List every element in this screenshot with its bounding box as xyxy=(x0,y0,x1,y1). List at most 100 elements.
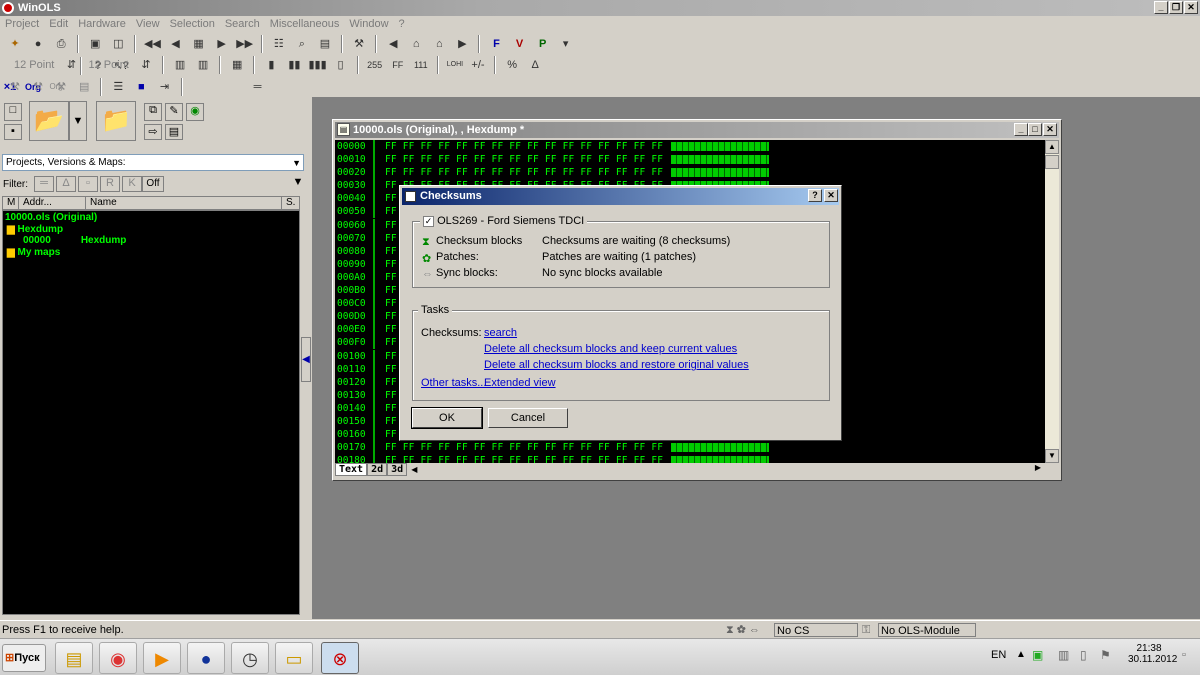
user-taskbar-icon[interactable]: ● xyxy=(187,642,225,674)
import-folder-button[interactable]: 📁 xyxy=(96,101,136,141)
bits16-icon[interactable]: ▮▮ xyxy=(285,56,303,74)
tree-item-map[interactable]: 00000 Hexdump xyxy=(5,235,297,247)
panel-collapse-handle[interactable]: ◀ xyxy=(301,337,311,382)
home-icon[interactable]: ⌂ xyxy=(407,35,425,53)
window-icon[interactable]: ▣ xyxy=(86,35,104,53)
delta-icon[interactable]: Δ xyxy=(526,56,544,74)
save-button[interactable]: ▪ xyxy=(4,124,22,140)
menu-help[interactable]: ? xyxy=(394,16,410,30)
hex-vertical-scrollbar[interactable]: ▲ ▼ xyxy=(1045,140,1059,463)
ok-button[interactable]: OK xyxy=(411,407,483,429)
copy-button[interactable]: ⧉ xyxy=(144,103,162,121)
font-size-1[interactable]: 12 Point xyxy=(10,54,58,76)
grid2-icon[interactable]: ▦ xyxy=(228,56,246,74)
chrome-taskbar-icon[interactable]: ◉ xyxy=(99,642,137,674)
hex-row-bytes[interactable]: FF FF FF FF FF FF FF FF FF FF FF FF FF F… xyxy=(385,153,663,166)
filter-doc-button[interactable]: ▫ xyxy=(78,176,98,192)
grid-icon[interactable]: ▦ xyxy=(190,35,208,53)
lohi-icon[interactable]: LOHI xyxy=(446,56,464,74)
tool-b-icon[interactable]: ⚒ xyxy=(29,78,47,96)
tab-text[interactable]: Text xyxy=(335,463,368,476)
decimal-icon[interactable]: 255 xyxy=(366,56,384,74)
tree-item-hexdump-folder[interactable]: ▆ Hexdump xyxy=(5,224,297,236)
scroll-up-icon[interactable]: ▲ xyxy=(1045,140,1059,154)
sign-icon[interactable]: +/- xyxy=(469,56,487,74)
hex-row[interactable]: 00170 FF FF FF FF FF FF FF FF FF FF FF FF… xyxy=(335,441,1045,455)
font-size-spin-1-icon[interactable]: ⇵ xyxy=(62,56,80,74)
bits32-icon[interactable]: ▮▮▮ xyxy=(309,56,327,74)
prev-icon[interactable]: ◀ xyxy=(167,35,185,53)
flag-icon[interactable]: ⚑ xyxy=(1100,648,1111,662)
hex-maximize-button[interactable]: □ xyxy=(1028,123,1042,136)
hex-icon[interactable]: FF xyxy=(389,56,407,74)
col-s[interactable]: S. xyxy=(282,197,298,209)
v-icon[interactable]: V xyxy=(511,35,529,53)
cancel-button[interactable]: Cancel xyxy=(488,408,568,428)
p-icon[interactable]: P xyxy=(534,35,552,53)
open-folder-button[interactable]: 📂 xyxy=(29,101,69,141)
tree-icon[interactable]: ☷ xyxy=(270,35,288,53)
delete-keep-link[interactable]: Delete all checksum blocks and keep curr… xyxy=(484,343,737,355)
dialog-help-button[interactable]: ? xyxy=(808,189,822,202)
media-player-taskbar-icon[interactable]: ▶ xyxy=(143,642,181,674)
filter-k-button[interactable]: K xyxy=(122,176,142,192)
col-addr[interactable]: Addr... xyxy=(19,197,86,209)
minimize-button[interactable]: _ xyxy=(1154,1,1168,14)
device-icon[interactable]: ▯ xyxy=(1080,648,1087,662)
percent-icon[interactable]: % xyxy=(503,56,521,74)
tool-button[interactable]: ✎ xyxy=(165,103,183,121)
find-icon[interactable]: ⌕ xyxy=(293,35,311,53)
filter-r-button[interactable]: R xyxy=(100,176,120,192)
tab-3d[interactable]: 3d xyxy=(387,463,408,476)
globe-button[interactable]: ◉ xyxy=(186,103,204,121)
filter-dropdown-icon[interactable]: ▼ xyxy=(290,176,306,192)
tree-item-project[interactable]: 10000.ols (Original) xyxy=(5,212,297,224)
tray-app-icon[interactable]: ▣ xyxy=(1032,648,1043,662)
back-icon[interactable]: ◀ xyxy=(384,35,402,53)
hex-row[interactable]: 00180 FF FF FF FF FF FF FF FF FF FF FF FF… xyxy=(335,454,1045,463)
filter-m-button[interactable]: ═ xyxy=(34,176,54,192)
menu-view[interactable]: View xyxy=(131,16,165,30)
close-button[interactable]: ✕ xyxy=(1184,1,1198,14)
f-icon[interactable]: F xyxy=(488,35,506,53)
open-dropdown-button[interactable]: ▼ xyxy=(69,101,87,141)
project-combo[interactable]: Projects, Versions & Maps: ▼ xyxy=(2,154,304,171)
hex-row-bytes[interactable]: FF FF FF FF FF FF FF FF FF FF FF FF FF F… xyxy=(385,140,663,153)
tool-d-icon[interactable]: ▤ xyxy=(75,78,93,96)
delete-restore-link[interactable]: Delete all checksum blocks and restore o… xyxy=(484,359,749,371)
restore-button[interactable]: ❐ xyxy=(1169,1,1183,14)
home2-icon[interactable]: ⌂ xyxy=(430,35,448,53)
tool-c-icon[interactable]: ⚒ xyxy=(52,78,70,96)
tray-expand-icon[interactable]: ▲ xyxy=(1016,649,1026,660)
hardware-icon[interactable]: ● xyxy=(29,35,47,53)
split-grip-icon[interactable]: ═ xyxy=(249,78,267,96)
hscroll-left-icon[interactable]: ◀ xyxy=(407,465,421,474)
dropdown-icon[interactable]: ▾ xyxy=(557,35,575,53)
col-m[interactable]: M xyxy=(3,197,19,209)
wizard-icon[interactable]: ✦ xyxy=(6,35,24,53)
network-icon[interactable]: ▥ xyxy=(1058,648,1069,662)
font-size-2[interactable]: 12 Point xyxy=(85,54,133,76)
menu-search[interactable]: Search xyxy=(220,16,265,30)
menu-window[interactable]: Window xyxy=(344,16,393,30)
tool-a-icon[interactable]: ⚒ xyxy=(6,78,24,96)
compare-icon[interactable]: ☰ xyxy=(109,78,127,96)
float-icon[interactable]: ▯ xyxy=(332,56,350,74)
dialog-title-bar[interactable]: Checksums xyxy=(402,188,839,205)
hscroll-right-icon[interactable]: ▶ xyxy=(1035,463,1041,472)
filter-delta-button[interactable]: Δ xyxy=(56,176,76,192)
col-name[interactable]: Name xyxy=(86,197,282,209)
tools-icon[interactable]: ⚒ xyxy=(350,35,368,53)
layers-icon[interactable]: ▤ xyxy=(316,35,334,53)
dialog-close-button[interactable]: ✕ xyxy=(824,189,838,202)
export2-button[interactable]: ▤ xyxy=(165,124,183,140)
start-button[interactable]: ⊞Пуск xyxy=(2,644,46,672)
next-icon[interactable]: ▶ xyxy=(213,35,231,53)
scroll-sync-icon[interactable]: ⇥ xyxy=(155,78,173,96)
first-icon[interactable]: ◀◀ xyxy=(143,35,161,53)
columns2-icon[interactable]: ▥ xyxy=(194,56,212,74)
binary-icon[interactable]: 111 xyxy=(412,56,430,74)
clock[interactable]: 21:38 30.11.2012 xyxy=(1128,643,1177,665)
hex-row[interactable]: 00000 FF FF FF FF FF FF FF FF FF FF FF FF… xyxy=(335,140,1045,153)
forward-icon[interactable]: ▶ xyxy=(453,35,471,53)
